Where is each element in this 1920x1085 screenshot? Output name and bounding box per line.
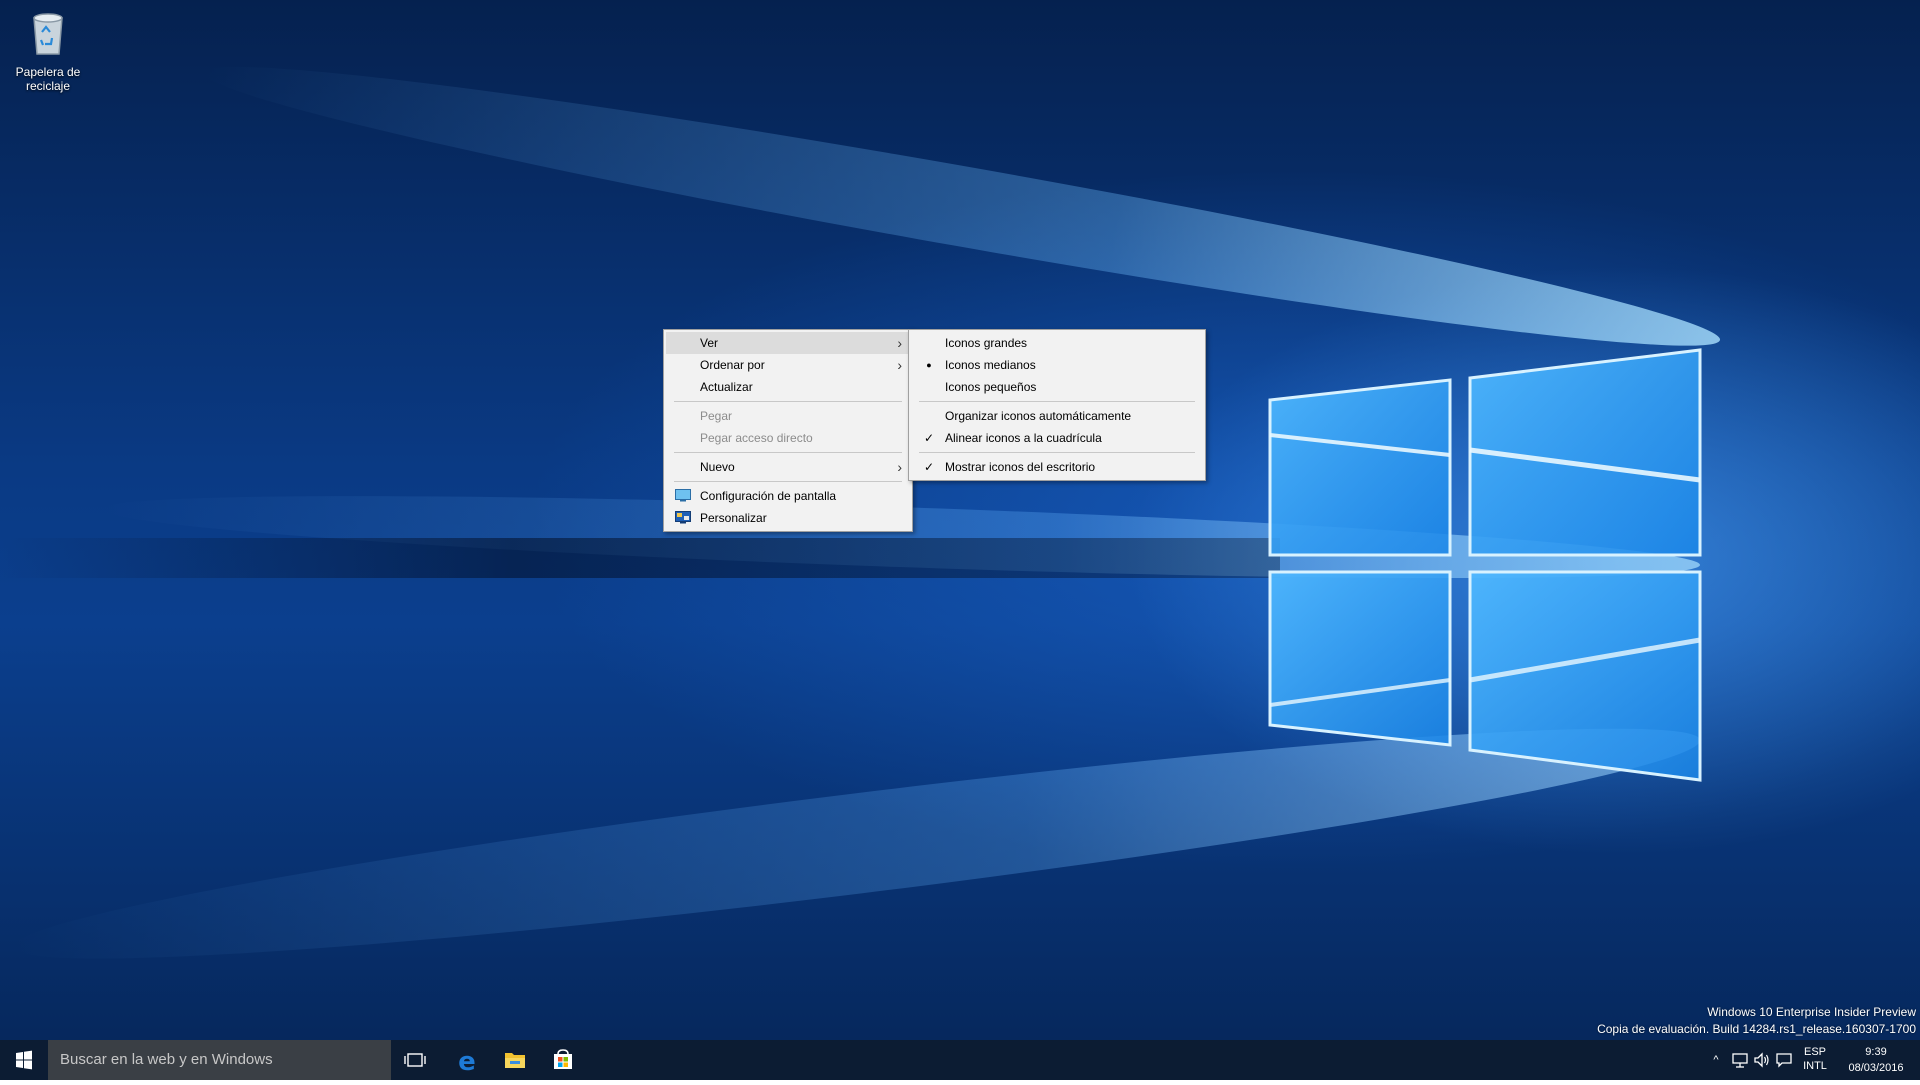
- checkmark-icon: ✓: [923, 460, 935, 474]
- menu-item-label: Actualizar: [700, 380, 753, 394]
- personalize-icon: [675, 511, 691, 524]
- display-settings-icon: [675, 489, 691, 502]
- store-icon: [554, 1049, 572, 1069]
- task-view-icon: [404, 1053, 426, 1067]
- windows-start-icon: [16, 1050, 32, 1070]
- menu-item-label: Pegar: [700, 409, 733, 423]
- windows-logo-wallpaper: [1268, 348, 1702, 782]
- wallpaper-shadow: [0, 538, 1280, 578]
- menu-item-label: Iconos pequeños: [945, 380, 1037, 394]
- desktop-context-menu: Ver › Ordenar por › Actualizar Pegar Peg…: [663, 329, 913, 532]
- menu-item-pegar: Pegar: [666, 405, 910, 427]
- menu-item-label: Alinear iconos a la cuadrícula: [945, 431, 1102, 445]
- chevron-up-icon: ^: [1713, 1054, 1719, 1066]
- menu-item-label: Iconos medianos: [945, 358, 1036, 372]
- submenu-item-iconos-grandes[interactable]: Iconos grandes: [911, 332, 1203, 354]
- recycle-bin-label-line1: Papelera de: [15, 65, 81, 79]
- menu-separator: [674, 481, 902, 482]
- store-button[interactable]: [539, 1040, 587, 1080]
- menu-item-ver[interactable]: Ver ›: [666, 332, 910, 354]
- menu-item-actualizar[interactable]: Actualizar: [666, 376, 910, 398]
- clock-date: 08/03/2016: [1848, 1062, 1904, 1074]
- desktop[interactable]: Papelera de reciclaje Ver › Ordenar por …: [0, 0, 1920, 1040]
- menu-item-label: Nuevo: [700, 460, 735, 474]
- edge-button[interactable]: e: [443, 1040, 491, 1080]
- svg-text:e: e: [458, 1047, 476, 1077]
- search-placeholder: Buscar en la web y en Windows: [60, 1051, 273, 1068]
- submenu-item-mostrar-iconos[interactable]: ✓ Mostrar iconos del escritorio: [911, 456, 1203, 478]
- volume-icon[interactable]: [1752, 1050, 1772, 1070]
- submenu-item-iconos-medianos[interactable]: ● Iconos medianos: [911, 354, 1203, 376]
- menu-item-ordenar-por[interactable]: Ordenar por ›: [666, 354, 910, 376]
- start-button[interactable]: [0, 1040, 48, 1080]
- clock[interactable]: 9:39 08/03/2016: [1838, 1040, 1914, 1084]
- task-view-button[interactable]: [391, 1040, 439, 1080]
- menu-item-label: Pegar acceso directo: [700, 431, 813, 445]
- chevron-right-icon: ›: [897, 357, 902, 373]
- menu-item-pegar-acceso-directo: Pegar acceso directo: [666, 427, 910, 449]
- language-indicator[interactable]: ESP INTL: [1796, 1040, 1834, 1085]
- menu-item-label: Personalizar: [700, 511, 767, 525]
- search-input[interactable]: Buscar en la web y en Windows: [48, 1040, 391, 1080]
- menu-item-label: Iconos grandes: [945, 336, 1028, 350]
- view-submenu: Iconos grandes ● Iconos medianos Iconos …: [908, 329, 1206, 481]
- radio-bullet-icon: ●: [926, 360, 932, 370]
- checkmark-icon: ✓: [923, 431, 935, 445]
- network-icon[interactable]: [1730, 1050, 1750, 1070]
- language-code: ESP: [1803, 1046, 1826, 1058]
- file-explorer-button[interactable]: [491, 1040, 539, 1080]
- edge-icon: e: [458, 1047, 476, 1077]
- menu-separator: [919, 452, 1195, 453]
- menu-item-label: Organizar iconos automáticamente: [945, 409, 1132, 423]
- submenu-item-alinear-iconos[interactable]: ✓ Alinear iconos a la cuadrícula: [911, 427, 1203, 449]
- menu-separator: [674, 452, 902, 453]
- keyboard-layout: INTL: [1803, 1060, 1827, 1072]
- action-center-icon[interactable]: [1774, 1050, 1794, 1070]
- submenu-item-iconos-pequenos[interactable]: Iconos pequeños: [911, 376, 1203, 398]
- recycle-bin-shortcut[interactable]: Papelera de reciclaje: [8, 8, 88, 93]
- watermark-build: Copia de evaluación. Build 14284.rs1_rel…: [1597, 1022, 1916, 1036]
- menu-separator: [674, 401, 902, 402]
- chevron-right-icon: ›: [897, 335, 902, 351]
- menu-separator: [919, 401, 1195, 402]
- taskbar: Buscar en la web y en Windows e ^ ESP IN…: [0, 1040, 1920, 1080]
- clock-time: 9:39: [1865, 1046, 1887, 1058]
- menu-item-label: Ver: [700, 336, 719, 350]
- menu-item-label: Mostrar iconos del escritorio: [945, 460, 1096, 474]
- menu-item-personalizar[interactable]: Personalizar: [666, 507, 910, 529]
- submenu-item-organizar-iconos[interactable]: Organizar iconos automáticamente: [911, 405, 1203, 427]
- show-hidden-icons-button[interactable]: ^: [1706, 1040, 1726, 1080]
- menu-item-label: Ordenar por: [700, 358, 765, 372]
- light-beam: [196, 33, 1727, 380]
- evaluation-watermark: Windows 10 Enterprise Insider Preview Co…: [1597, 1004, 1916, 1038]
- recycle-bin-icon: [33, 13, 63, 55]
- file-explorer-icon: [505, 1053, 525, 1068]
- menu-item-label: Configuración de pantalla: [700, 489, 837, 503]
- recycle-bin-label-line2: reciclaje: [25, 79, 70, 93]
- menu-item-nuevo[interactable]: Nuevo ›: [666, 456, 910, 478]
- watermark-edition: Windows 10 Enterprise Insider Preview: [1707, 1005, 1916, 1019]
- chevron-right-icon: ›: [897, 459, 902, 475]
- menu-item-configuracion-de-pantalla[interactable]: Configuración de pantalla: [666, 485, 910, 507]
